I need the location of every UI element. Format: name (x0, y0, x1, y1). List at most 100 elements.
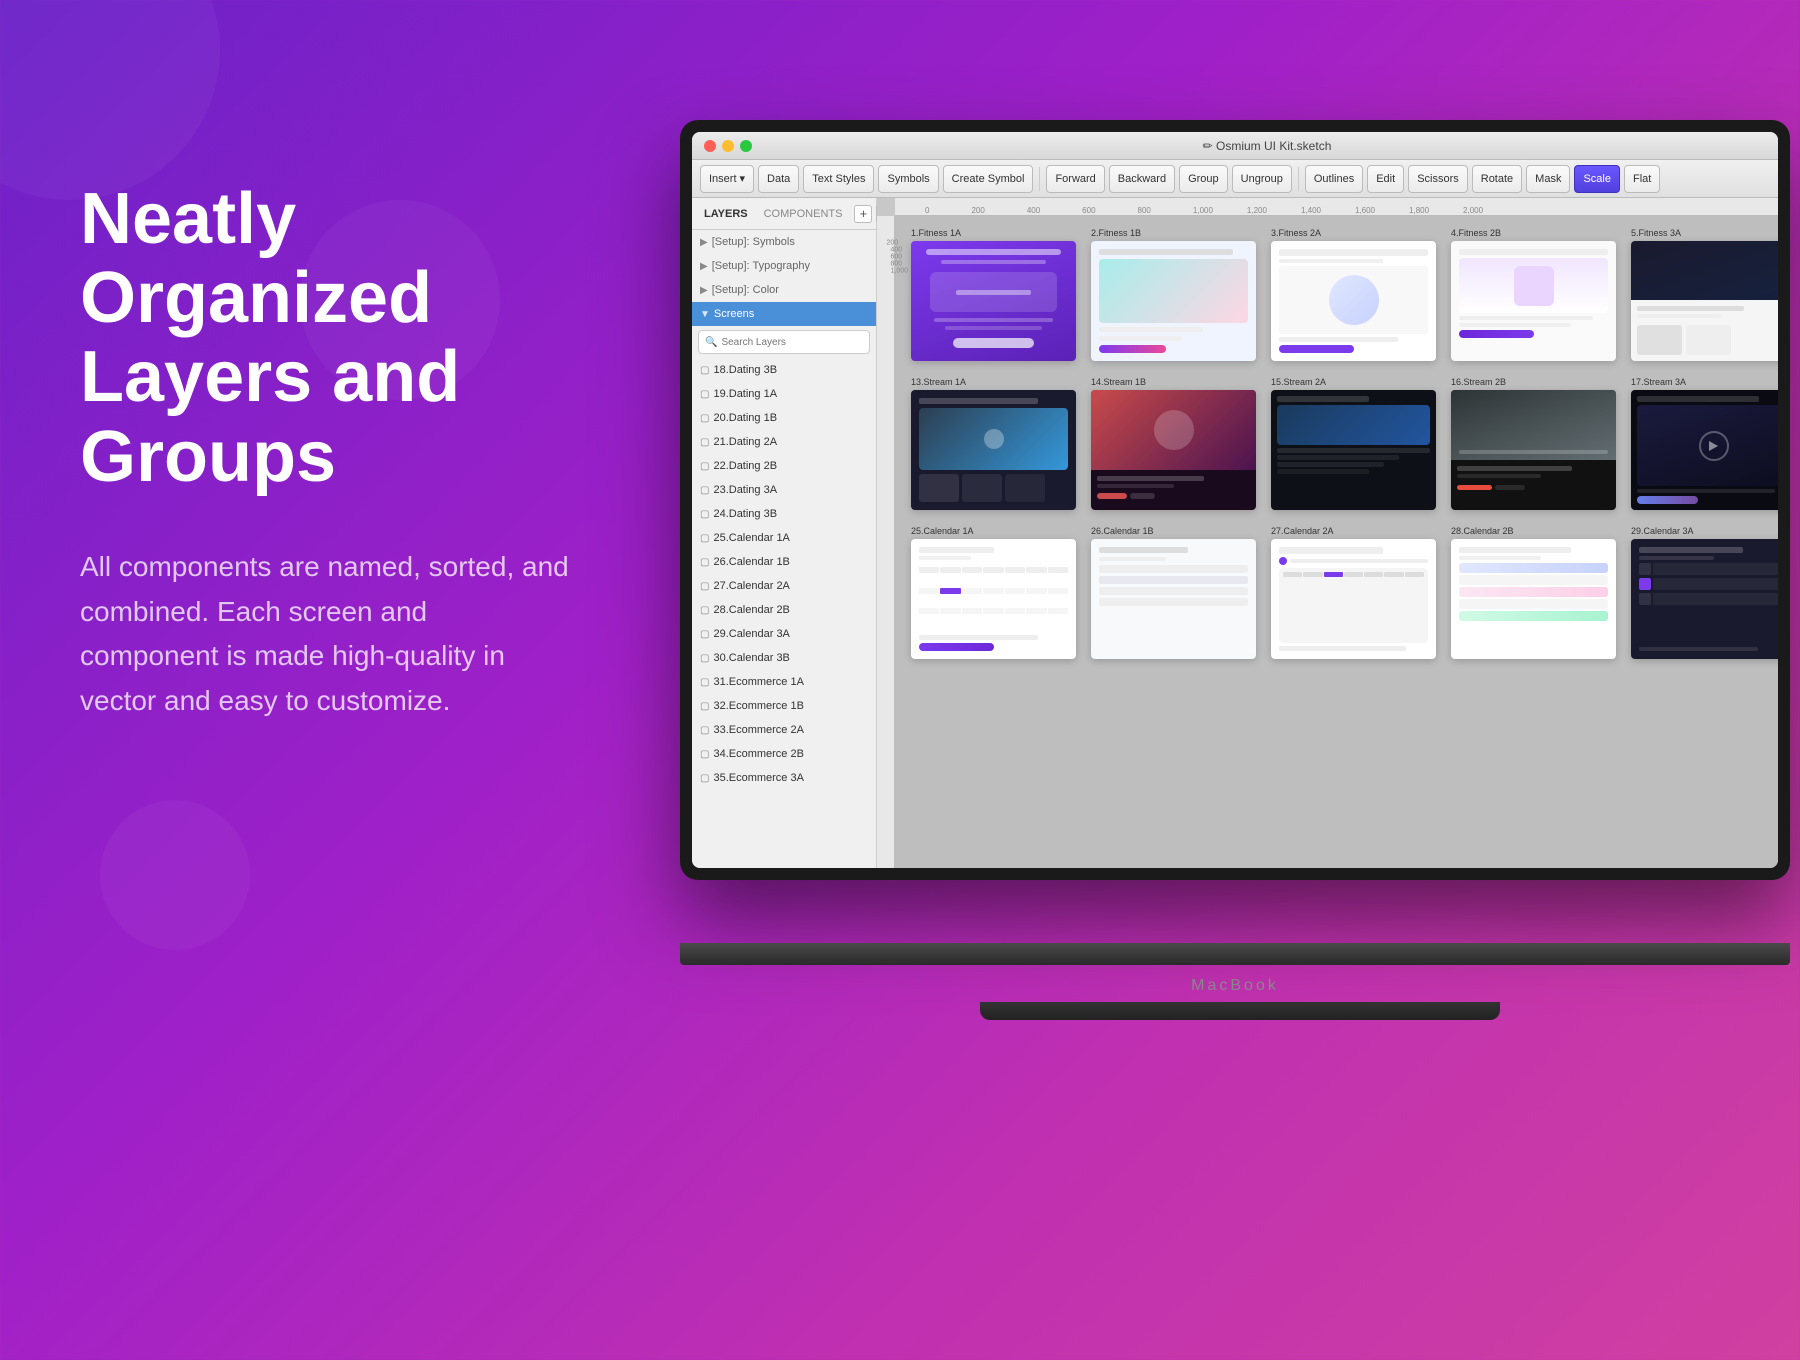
macbook-brand-label: MacBook (1191, 977, 1279, 995)
layer-item-calendar2a[interactable]: ▢ 27.Calendar 2A (692, 574, 876, 598)
toolbar-edit[interactable]: Edit (1367, 165, 1404, 193)
screen-thumb-calendar-1b (1091, 539, 1256, 659)
toolbar-backward[interactable]: Backward (1109, 165, 1175, 193)
screen-icon: ▢ (700, 653, 709, 664)
tab-layers[interactable]: LAYERS (700, 206, 752, 222)
group-label: Group (1188, 173, 1219, 185)
screen-label-calendar-1b: 26.Calendar 1B (1091, 526, 1256, 536)
layer-item-dating3b[interactable]: ▢ 18.Dating 3B (692, 358, 876, 382)
sidebar-header: LAYERS COMPONENTS + ∧ (692, 198, 876, 230)
screen-icon: ▢ (700, 533, 709, 544)
toolbar-data[interactable]: Data (758, 165, 799, 193)
layer-label: 32.Ecommerce 1B (713, 700, 803, 712)
minimize-button[interactable] (722, 140, 734, 152)
screen-thumb-fitness-3a (1631, 241, 1778, 361)
screen-icon: ▢ (700, 389, 709, 400)
screen-icon: ▢ (700, 773, 709, 784)
screen-thumb-fitness-2a (1271, 241, 1436, 361)
screen-calendar-2a[interactable]: 27.Calendar 2A (1271, 526, 1436, 659)
layer-item-calendar3a[interactable]: ▢ 29.Calendar 3A (692, 622, 876, 646)
layer-label: 20.Dating 1B (713, 412, 777, 424)
layer-item-setup-typography[interactable]: ▶ [Setup]: Typography (692, 254, 876, 278)
layer-item-ecommerce2a[interactable]: ▢ 33.Ecommerce 2A (692, 718, 876, 742)
screen-icon: ▢ (700, 725, 709, 736)
screen-stream-2b[interactable]: 16.Stream 2B (1451, 377, 1616, 510)
toolbar-rotate[interactable]: Rotate (1472, 165, 1522, 193)
screen-icon: ▢ (700, 365, 709, 376)
screen-thumb-stream-3a (1631, 390, 1778, 510)
layer-label: 26.Calendar 1B (713, 556, 789, 568)
layer-item-calendar1a[interactable]: ▢ 25.Calendar 1A (692, 526, 876, 550)
screen-stream-1a[interactable]: 13.Stream 1A (911, 377, 1076, 510)
toolbar-ungroup[interactable]: Ungroup (1232, 165, 1292, 193)
screen-fitness-3a[interactable]: 5.Fitness 3A (1631, 228, 1778, 361)
toolbar-mask[interactable]: Mask (1526, 165, 1570, 193)
toolbar-scale[interactable]: Scale (1574, 165, 1620, 193)
screen-calendar-3a[interactable]: 29.Calendar 3A (1631, 526, 1778, 659)
screen-label-fitness-3a: 5.Fitness 3A (1631, 228, 1778, 238)
layer-label: 34.Ecommerce 2B (713, 748, 803, 760)
layer-label: 18.Dating 3B (713, 364, 777, 376)
screen-stream-3a[interactable]: 17.Stream 3A (1631, 377, 1778, 510)
ruler-horizontal: 0 200 400 600 800 1,000 1,200 1,400 1,60… (895, 198, 1778, 216)
screen-calendar-2b[interactable]: 28.Calendar 2B (1451, 526, 1616, 659)
layer-item-calendar1b[interactable]: ▢ 26.Calendar 1B (692, 550, 876, 574)
layer-label: 33.Ecommerce 2A (713, 724, 803, 736)
toolbar-symbols[interactable]: Symbols (878, 165, 938, 193)
toolbar-outlines[interactable]: Outlines (1305, 165, 1363, 193)
close-button[interactable] (704, 140, 716, 152)
search-layers-box[interactable]: 🔍 (698, 330, 870, 354)
chevron-down-icon: ▾ (740, 172, 746, 185)
toolbar-create-symbol[interactable]: Create Symbol (943, 165, 1034, 193)
screen-icon: ▢ (700, 485, 709, 496)
scissors-label: Scissors (1417, 173, 1459, 185)
layer-item-screens[interactable]: ▼ Screens (692, 302, 876, 326)
screen-stream-1b[interactable]: 14.Stream 1B (1091, 377, 1256, 510)
canvas-area[interactable]: 0 200 400 600 800 1,000 1,200 1,400 1,60… (877, 198, 1778, 868)
screen-label-fitness-2a: 3.Fitness 2A (1271, 228, 1436, 238)
add-layer-button[interactable]: + (854, 205, 872, 223)
layer-item-setup-symbols[interactable]: ▶ [Setup]: Symbols (692, 230, 876, 254)
layer-item-dating1b[interactable]: ▢ 20.Dating 1B (692, 406, 876, 430)
layer-item-calendar2b[interactable]: ▢ 28.Calendar 2B (692, 598, 876, 622)
layer-item-ecommerce2b[interactable]: ▢ 34.Ecommerce 2B (692, 742, 876, 766)
layer-item-calendar3b[interactable]: ▢ 30.Calendar 3B (692, 646, 876, 670)
heading-line3: Layers and (80, 337, 460, 417)
layer-item-dating3b-2[interactable]: ▢ 24.Dating 3B (692, 502, 876, 526)
screen-label-calendar-3a: 29.Calendar 3A (1631, 526, 1778, 536)
screen-fitness-1b[interactable]: 2.Fitness 1B (1091, 228, 1256, 361)
toolbar-insert[interactable]: Insert ▾ (700, 165, 754, 193)
toolbar-scissors[interactable]: Scissors (1408, 165, 1468, 193)
screen-fitness-1a[interactable]: 1.Fitness 1A (911, 228, 1076, 361)
toolbar-group[interactable]: Group (1179, 165, 1228, 193)
maximize-button[interactable] (740, 140, 752, 152)
toolbar-forward[interactable]: Forward (1046, 165, 1104, 193)
layer-item-dating2a[interactable]: ▢ 21.Dating 2A (692, 430, 876, 454)
layer-label: 22.Dating 2B (713, 460, 777, 472)
screen-icon: ▢ (700, 509, 709, 520)
layer-item-ecommerce1a[interactable]: ▢ 31.Ecommerce 1A (692, 670, 876, 694)
layer-item-ecommerce3a[interactable]: ▢ 35.Ecommerce 3A (692, 766, 876, 790)
screen-label-stream-2b: 16.Stream 2B (1451, 377, 1616, 387)
screen-stream-2a[interactable]: 15.Stream 2A (1271, 377, 1436, 510)
main-heading: Neatly Organized Layers and Groups (80, 180, 570, 497)
window-title: ✏ Osmium UI Kit.sketch (768, 139, 1766, 153)
screen-icon: ▢ (700, 461, 709, 472)
layer-item-ecommerce1b[interactable]: ▢ 32.Ecommerce 1B (692, 694, 876, 718)
outlines-label: Outlines (1314, 173, 1354, 185)
toolbar-sep-2 (1298, 167, 1299, 191)
layer-label: 27.Calendar 2A (713, 580, 789, 592)
screen-fitness-2b[interactable]: 4.Fitness 2B (1451, 228, 1616, 361)
screen-calendar-1a[interactable]: 25.Calendar 1A (911, 526, 1076, 659)
layer-item-dating3a[interactable]: ▢ 23.Dating 3A (692, 478, 876, 502)
toolbar-flat[interactable]: Flat (1624, 165, 1660, 193)
layer-item-setup-color[interactable]: ▶ [Setup]: Color (692, 278, 876, 302)
toolbar-text-styles[interactable]: Text Styles (803, 165, 874, 193)
screen-fitness-2a[interactable]: 3.Fitness 2A (1271, 228, 1436, 361)
sketch-app: ✏ Osmium UI Kit.sketch Insert ▾ Data Tex… (692, 132, 1778, 868)
layer-item-dating2b[interactable]: ▢ 22.Dating 2B (692, 454, 876, 478)
screen-calendar-1b[interactable]: 26.Calendar 1B (1091, 526, 1256, 659)
layer-item-dating1a[interactable]: ▢ 19.Dating 1A (692, 382, 876, 406)
search-layers-input[interactable] (721, 337, 863, 348)
tab-components[interactable]: COMPONENTS (760, 206, 847, 222)
